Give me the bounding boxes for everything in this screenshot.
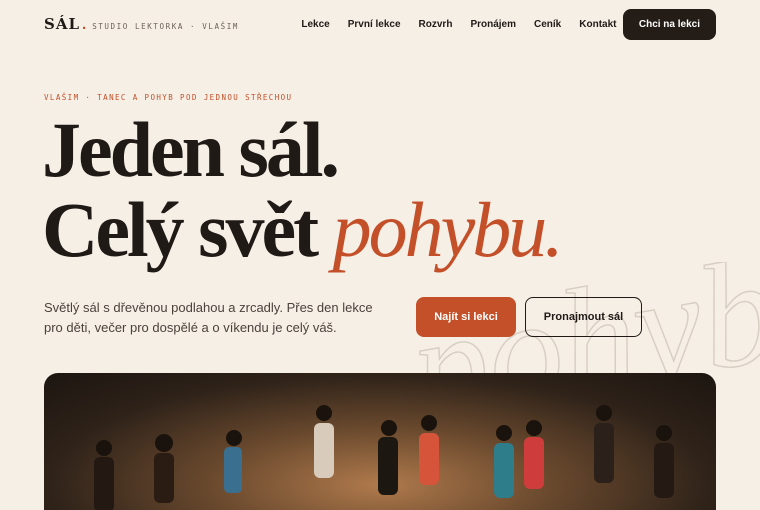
hero-headline: Jeden sál. Celý svět pohybu. <box>42 110 564 273</box>
dancers-photo-illustration <box>94 405 674 510</box>
hero-photo <box>44 373 716 510</box>
rent-hall-button[interactable]: Pronajmout sál <box>525 297 642 337</box>
hero-lead: Světlý sál s dřevěnou podlahou a zrcadly… <box>44 300 373 335</box>
find-lesson-button[interactable]: Najít si lekci <box>416 297 516 337</box>
nav-link-pronajem[interactable]: Pronájem <box>470 19 516 30</box>
top-navigation: SÁL . STUDIO LEKTORKA · VLAŠIM Lekce Prv… <box>44 8 716 40</box>
nav-link-prvni-lekce[interactable]: První lekce <box>348 19 401 30</box>
nav-link-lekce[interactable]: Lekce <box>301 19 329 30</box>
brand-tagline: STUDIO LEKTORKA · VLAŠIM <box>92 22 239 31</box>
nav-link-cenik[interactable]: Ceník <box>534 19 561 30</box>
brand[interactable]: SÁL . STUDIO LEKTORKA · VLAŠIM <box>44 15 239 33</box>
dancer-figures <box>94 405 674 510</box>
nav-link-kontakt[interactable]: Kontakt <box>579 19 616 30</box>
brand-dot: . <box>82 16 87 33</box>
brand-name: SÁL <box>44 15 81 33</box>
headline-line-1: Jeden sál. <box>42 106 340 193</box>
headline-line-2: Celý svět <box>42 186 319 273</box>
hero-eyebrow: VLAŠIM · TANEC A POHYB POD JEDNOU STŘECH… <box>44 93 293 102</box>
nav-links: Lekce První lekce Rozvrh Pronájem Ceník … <box>301 19 616 30</box>
nav-link-rozvrh[interactable]: Rozvrh <box>419 19 453 30</box>
nav-cta-button[interactable]: Chci na lekci <box>622 8 716 40</box>
headline-accent: pohybu. <box>332 186 564 273</box>
